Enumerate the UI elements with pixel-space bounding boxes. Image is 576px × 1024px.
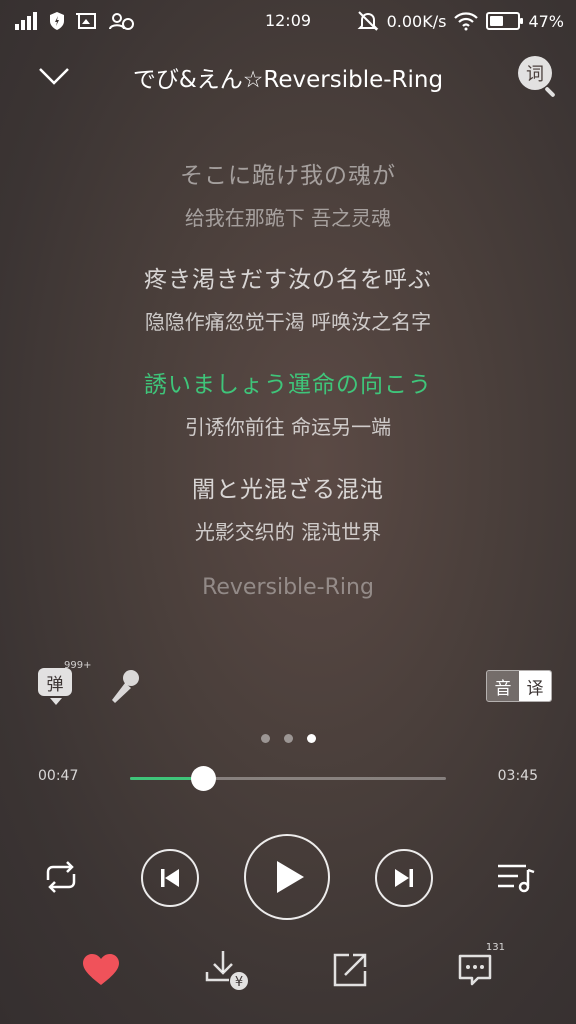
comment-button[interactable]: 131 (451, 942, 505, 994)
play-icon (277, 861, 304, 893)
current-time: 00:47 (38, 768, 79, 784)
lyric-original: 闇と光混ざる混沌 (192, 477, 384, 503)
svg-text:¥: ¥ (235, 975, 243, 990)
lyric-search-label: 词 (518, 56, 552, 90)
heart-icon (83, 954, 119, 985)
share-icon (333, 953, 367, 987)
next-button[interactable] (375, 849, 433, 907)
lyric-translation: 给我在那跪下 吾之灵魂 (184, 206, 392, 230)
danmaku-button[interactable]: 弹 999+ (38, 660, 91, 705)
play-button[interactable] (244, 834, 330, 920)
seek-track[interactable] (130, 766, 446, 791)
progress-bar: 00:47 03:45 (0, 760, 576, 796)
lyric-line-current[interactable]: 誘いましょう運命の向こう 引诱你前往 命运另一端 (0, 365, 576, 440)
previous-button[interactable] (141, 849, 199, 907)
lyric-line[interactable]: 闇と光混ざる混沌 光影交织的 混沌世界 (0, 470, 576, 545)
like-button[interactable] (77, 946, 125, 994)
wifi-icon (454, 12, 479, 31)
battery-icon (486, 12, 524, 30)
lyric-mode-toggle[interactable]: 音 译 (486, 670, 552, 702)
page-dot (283, 734, 293, 743)
magnifier-handle-icon (544, 86, 556, 98)
danmaku-label: 弹 (38, 668, 72, 696)
lyric-tools: 弹 999+ 音 译 (0, 660, 576, 708)
network-speed: 0.00K/s (386, 11, 447, 31)
bottom-action-bar: ¥ 131 (0, 938, 576, 998)
lyric-translation: 引诱你前往 命运另一端 (184, 415, 392, 439)
download-paid-icon: ¥ (205, 951, 248, 990)
lyric-line[interactable]: 疼き渇きだす汝の名を呼ぶ 隐隐作痛忽觉干渴 呼唤汝之名字 (0, 260, 576, 335)
microphone-icon[interactable] (104, 666, 144, 706)
skip-previous-icon (161, 869, 179, 887)
comment-count: 131 (485, 942, 505, 953)
skip-next-icon (395, 869, 413, 887)
lyric-original: 疼き渇きだす汝の名を呼ぶ (144, 267, 432, 293)
toggle-original[interactable]: 音 (487, 671, 519, 701)
playlist-icon[interactable] (496, 860, 536, 894)
download-button[interactable]: ¥ (202, 946, 250, 994)
page-indicator (0, 734, 576, 743)
toggle-translation[interactable]: 译 (519, 671, 551, 701)
page-dot (260, 734, 270, 743)
player-header: でび&えん☆Reversible-Ring 词 (0, 52, 576, 98)
chevron-down-icon[interactable] (36, 60, 72, 90)
lyric-translation: 光影交织的 混沌世界 (194, 520, 382, 544)
lyric-original: そこに跪け我の魂が (180, 163, 396, 189)
seek-thumb[interactable] (190, 766, 216, 791)
speech-tail-icon (50, 698, 62, 705)
playback-controls (0, 832, 576, 922)
lyric-search-button[interactable]: 词 (518, 56, 558, 98)
comment-icon (458, 954, 492, 986)
repeat-icon[interactable] (40, 860, 82, 894)
lyric-line-partial (0, 102, 576, 116)
lyric-original: 誘いましょう運命の向こう (144, 372, 432, 398)
status-bar: 12:09 0.00K/s 47% (0, 0, 576, 42)
song-title: でび&えん☆Reversible-Ring (132, 67, 444, 93)
page-dot (306, 734, 316, 743)
danmaku-count: 999+ (64, 660, 92, 671)
lyric-translation: 隐隐作痛忽觉干渴 呼唤汝之名字 (144, 310, 432, 334)
total-time: 03:45 (497, 768, 538, 784)
lyrics-end-title: Reversible-Ring (202, 575, 374, 600)
lyric-line[interactable]: そこに跪け我の魂が 给我在那跪下 吾之灵魂 (0, 156, 576, 231)
battery-percent: 47% (528, 11, 564, 31)
share-button[interactable] (326, 946, 374, 994)
mute-bell-icon (357, 11, 379, 31)
